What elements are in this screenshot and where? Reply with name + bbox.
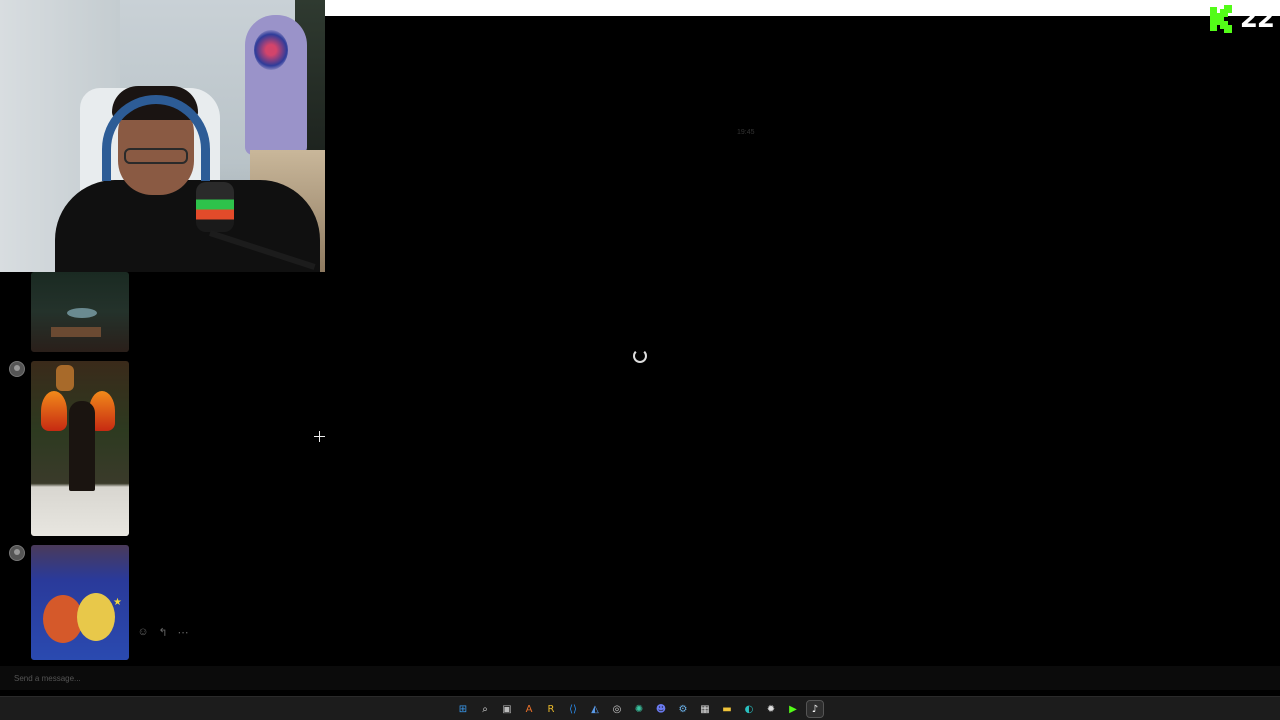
start-icon[interactable]: ⊞ — [455, 701, 471, 717]
viewer-count: 22 — [1239, 4, 1275, 34]
edge-icon[interactable]: ◐ — [741, 701, 757, 717]
user-avatar[interactable] — [9, 545, 25, 561]
kick-logo-icon — [1208, 5, 1234, 33]
gallery-icon[interactable]: ◭ — [587, 701, 603, 717]
steam-icon[interactable]: ⚙ — [675, 701, 691, 717]
image-figure — [69, 401, 95, 491]
message-input[interactable] — [6, 669, 1274, 687]
more-icon[interactable]: ⋯ — [177, 626, 189, 639]
taskbar-icons: ⊞ ⌕ ▣ A R ⟨⟩ ◭ ◎ ✺ ☻ ⚙ ▦ ▬ ◐ ✹ ▶ ♪ — [455, 700, 824, 718]
tiktok-icon[interactable]: ♪ — [806, 700, 824, 718]
kick-app-icon[interactable]: ▶ — [785, 701, 801, 717]
taskbar: ⊞ ⌕ ▣ A R ⟨⟩ ◭ ◎ ✺ ☻ ⚙ ▦ ▬ ◐ ✹ ▶ ♪ — [0, 696, 1280, 720]
app-r-icon[interactable]: R — [543, 701, 559, 717]
image-fish — [67, 308, 97, 318]
chat-image-message[interactable]: ★ — [31, 545, 129, 660]
discord-icon[interactable]: ☻ — [653, 701, 669, 717]
task-view-icon[interactable]: ▣ — [499, 701, 515, 717]
react-icon[interactable]: ☺ — [137, 626, 149, 639]
viewer-badge: 22 — [1208, 4, 1275, 34]
chatgpt-icon[interactable]: ✺ — [631, 701, 647, 717]
time-label: 19:45 — [737, 129, 755, 136]
image-character — [77, 593, 115, 641]
reply-icon[interactable]: ↰ — [157, 626, 169, 639]
chat-input-bar — [0, 666, 1280, 690]
chat-image-message[interactable] — [31, 272, 129, 352]
message-actions: ☺ ↰ ⋯ — [137, 626, 189, 639]
user-avatar[interactable] — [9, 361, 25, 377]
browser-top-strip — [325, 0, 1280, 16]
settings-icon[interactable]: ✹ — [763, 701, 779, 717]
obs-icon[interactable]: ◎ — [609, 701, 625, 717]
webcam-hoodie-print — [254, 30, 288, 70]
image-lamp — [56, 365, 74, 391]
streamer-glasses — [124, 148, 188, 164]
search-icon[interactable]: ⌕ — [477, 701, 493, 717]
chat-image-message[interactable] — [31, 361, 129, 536]
star-icon: ★ — [113, 597, 122, 608]
loading-spinner-icon — [633, 349, 647, 363]
microphone-icon — [196, 182, 234, 232]
vscode-icon[interactable]: ⟨⟩ — [565, 701, 581, 717]
image-bench — [51, 327, 101, 337]
image-fire — [41, 391, 67, 431]
app-a-icon[interactable]: A — [521, 701, 537, 717]
crosshair-cursor-icon — [314, 431, 325, 442]
webcam-overlay — [0, 0, 325, 272]
file-explorer-icon[interactable]: ▬ — [719, 701, 735, 717]
calendar-icon[interactable]: ▦ — [697, 701, 713, 717]
